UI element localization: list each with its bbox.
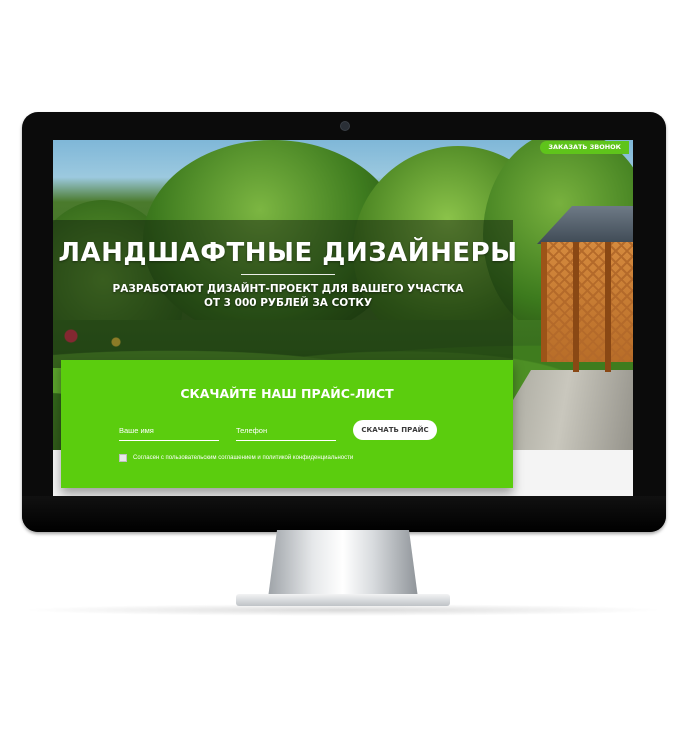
monitor-frame: ЛАНДШАФТНЫЕ ДИЗАЙНЕРЫ РАЗРАБОТАЮТ ДИЗАЙН…	[22, 112, 666, 532]
download-price-button[interactable]: СКАЧАТЬ ПРАЙС	[353, 420, 437, 440]
name-input[interactable]	[119, 422, 219, 441]
consent-checkbox[interactable]	[119, 454, 127, 462]
hero-title: ЛАНДШАФТНЫЕ ДИЗАЙНЕРЫ	[58, 238, 518, 268]
consent-row: Согласен с пользовательским соглашением …	[119, 454, 353, 462]
website-screen: ЛАНДШАФТНЫЕ ДИЗАЙНЕРЫ РАЗРАБОТАЮТ ДИЗАЙН…	[53, 140, 633, 496]
hero-divider	[241, 274, 335, 275]
webcam-icon	[340, 121, 350, 131]
gazebo-image	[537, 206, 633, 376]
form-title: СКАЧАЙТЕ НАШ ПРАЙС-ЛИСТ	[180, 386, 394, 401]
monitor-base	[236, 594, 450, 606]
phone-input[interactable]	[236, 422, 336, 441]
hero-subtitle: РАЗРАБОТАЮТ ДИЗАЙНТ-ПРОЕКТ ДЛЯ ВАШЕГО УЧ…	[112, 283, 464, 309]
monitor-stand	[268, 530, 418, 598]
consent-label: Согласен с пользовательским соглашением …	[133, 455, 354, 461]
order-call-button[interactable]: ЗАКАЗАТЬ ЗВОНОК	[540, 141, 629, 154]
price-form-panel: СКАЧАЙТЕ НАШ ПРАЙС-ЛИСТ СКАЧАТЬ ПРАЙС Со…	[61, 360, 513, 488]
